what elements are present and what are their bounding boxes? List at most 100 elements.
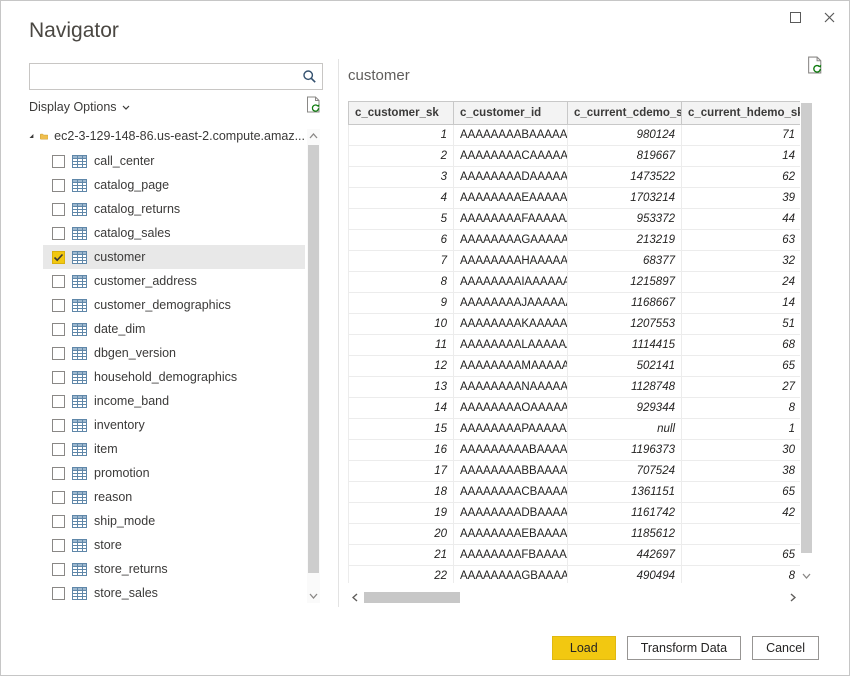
transform-data-button[interactable]: Transform Data — [627, 636, 741, 660]
tree-item-label: promotion — [94, 466, 150, 480]
checkbox-date_dim[interactable] — [52, 323, 65, 336]
tree-root-server[interactable]: ec2-3-129-148-86.us-east-2.compute.amaz.… — [29, 123, 305, 149]
table-cell: null — [568, 419, 682, 440]
table-cell: 19 — [349, 503, 454, 524]
table-cell: 10 — [349, 314, 454, 335]
table-icon — [72, 203, 87, 216]
checkbox-store[interactable] — [52, 539, 65, 552]
chevron-down-icon — [122, 105, 130, 110]
scroll-left-icon[interactable] — [348, 590, 362, 605]
cancel-button[interactable]: Cancel — [752, 636, 819, 660]
tree-item-catalog_sales[interactable]: catalog_sales — [43, 221, 305, 245]
maximize-button[interactable] — [785, 7, 805, 27]
checkbox-catalog_returns[interactable] — [52, 203, 65, 216]
checkbox-store_returns[interactable] — [52, 563, 65, 576]
checkbox-call_center[interactable] — [52, 155, 65, 168]
table-cell: AAAAAAAAOAAAAAAA — [454, 398, 568, 419]
table-cell: 71 — [682, 125, 801, 146]
checkbox-reason[interactable] — [52, 491, 65, 504]
table-cell: 51 — [682, 314, 801, 335]
scroll-right-icon[interactable] — [786, 590, 800, 605]
options-row: Display Options — [29, 97, 323, 117]
checkbox-promotion[interactable] — [52, 467, 65, 480]
tree-item-store_returns[interactable]: store_returns — [43, 557, 305, 581]
checkbox-ship_mode[interactable] — [52, 515, 65, 528]
checkbox-inventory[interactable] — [52, 419, 65, 432]
table-cell: 44 — [682, 209, 801, 230]
search-icon[interactable] — [296, 69, 322, 84]
expand-triangle-icon[interactable] — [29, 131, 34, 141]
table-cell: 63 — [682, 230, 801, 251]
table-cell: AAAAAAAADBAAAAAA — [454, 503, 568, 524]
table-cell: 65 — [682, 482, 801, 503]
checkbox-customer_address[interactable] — [52, 275, 65, 288]
scroll-down-icon[interactable] — [307, 589, 320, 603]
table-row: 13AAAAAAAANAAAAAAA112874827 — [349, 377, 801, 398]
preview-title: customer — [348, 67, 410, 84]
table-cell: 1114415 — [568, 335, 682, 356]
close-button[interactable] — [819, 7, 839, 27]
table-icon — [72, 371, 87, 384]
column-header-c_customer_id: c_customer_id — [454, 102, 568, 125]
tree-item-customer[interactable]: customer — [43, 245, 305, 269]
preview-vertical-scrollbar[interactable] — [800, 101, 813, 583]
checkbox-income_band[interactable] — [52, 395, 65, 408]
checkbox-catalog_page[interactable] — [52, 179, 65, 192]
table-icon — [72, 467, 87, 480]
table-header-row: c_customer_skc_customer_idc_current_cdem… — [349, 102, 801, 125]
table-cell: 15 — [349, 419, 454, 440]
checkbox-household_demographics[interactable] — [52, 371, 65, 384]
table-cell: AAAAAAAANAAAAAAA — [454, 377, 568, 398]
tree-item-customer_address[interactable]: customer_address — [43, 269, 305, 293]
checkbox-customer_demographics[interactable] — [52, 299, 65, 312]
tree-item-catalog_returns[interactable]: catalog_returns — [43, 197, 305, 221]
tree-item-income_band[interactable]: income_band — [43, 389, 305, 413]
refresh-tree-icon[interactable] — [305, 96, 323, 118]
tree-item-reason[interactable]: reason — [43, 485, 305, 509]
tree-scrollbar-thumb[interactable] — [308, 145, 319, 573]
tree-scrollbar[interactable] — [307, 129, 320, 603]
preview-table: c_customer_skc_customer_idc_current_cdem… — [348, 101, 800, 583]
table-cell: 14 — [682, 146, 801, 167]
checkbox-catalog_sales[interactable] — [52, 227, 65, 240]
checkbox-item[interactable] — [52, 443, 65, 456]
table-cell: 27 — [682, 377, 801, 398]
table-cell: AAAAAAAAFBAAAAAA — [454, 545, 568, 566]
checkbox-store_sales[interactable] — [52, 587, 65, 600]
tree-item-call_center[interactable]: call_center — [43, 149, 305, 173]
tree-item-catalog_page[interactable]: catalog_page — [43, 173, 305, 197]
scroll-down-icon[interactable] — [800, 569, 813, 583]
tree-item-store[interactable]: store — [43, 533, 305, 557]
tree-item-dbgen_version[interactable]: dbgen_version — [43, 341, 305, 365]
refresh-preview-icon[interactable] — [806, 56, 825, 79]
table-icon — [72, 275, 87, 288]
table-cell: 2 — [349, 146, 454, 167]
tree-item-ship_mode[interactable]: ship_mode — [43, 509, 305, 533]
tree-item-promotion[interactable]: promotion — [43, 461, 305, 485]
scroll-up-icon[interactable] — [307, 129, 320, 143]
tree-item-customer_demographics[interactable]: customer_demographics — [43, 293, 305, 317]
table-icon — [72, 323, 87, 336]
preview-hscroll-thumb[interactable] — [364, 592, 460, 603]
table-row: 11AAAAAAAALAAAAAAA111441568 — [349, 335, 801, 356]
tree-item-store_sales[interactable]: store_sales — [43, 581, 305, 605]
tree-item-label: call_center — [94, 154, 154, 168]
search-input[interactable] — [30, 64, 296, 89]
table-cell: 8 — [349, 272, 454, 293]
display-options-dropdown[interactable]: Display Options — [29, 100, 130, 114]
load-button[interactable]: Load — [552, 636, 616, 660]
tree-item-item[interactable]: item — [43, 437, 305, 461]
preview-horizontal-scrollbar[interactable] — [348, 590, 800, 605]
tree-item-inventory[interactable]: inventory — [43, 413, 305, 437]
checkbox-customer[interactable] — [52, 251, 65, 264]
table-cell: 32 — [682, 251, 801, 272]
table-cell: 1196373 — [568, 440, 682, 461]
tree-item-date_dim[interactable]: date_dim — [43, 317, 305, 341]
tree-item-household_demographics[interactable]: household_demographics — [43, 365, 305, 389]
window-controls — [785, 7, 839, 27]
table-cell: 17 — [349, 461, 454, 482]
checkbox-dbgen_version[interactable] — [52, 347, 65, 360]
preview-vscroll-thumb[interactable] — [801, 103, 812, 553]
table-cell: 7 — [349, 251, 454, 272]
table-cell: 1168667 — [568, 293, 682, 314]
